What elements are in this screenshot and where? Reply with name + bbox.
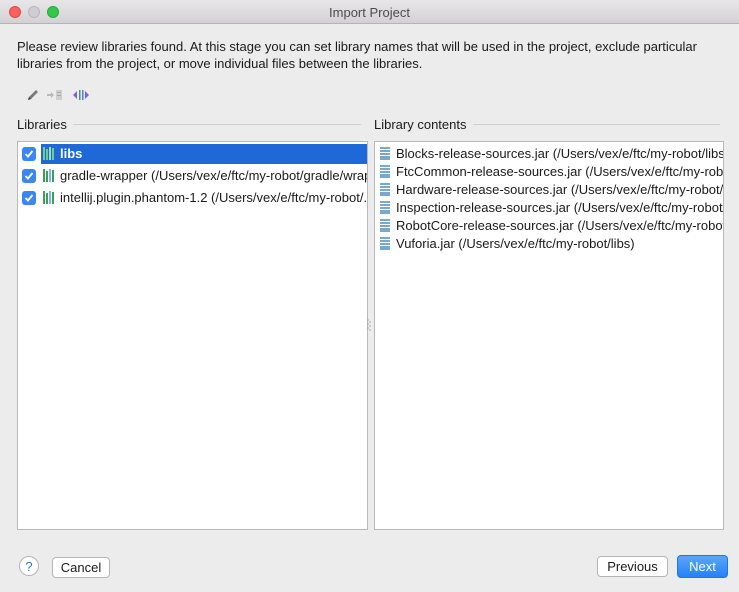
grip-icon (367, 319, 371, 331)
split-library-button[interactable] (72, 86, 90, 104)
library-row-gradle-wrapper[interactable]: gradle-wrapper (/Users/vex/e/ftc/my-robo… (18, 165, 367, 186)
next-button[interactable]: Next (677, 555, 728, 578)
previous-button[interactable]: Previous (597, 556, 668, 577)
split-icon (73, 90, 89, 100)
jar-icon (380, 183, 390, 196)
jar-row[interactable]: Vuforia.jar (/Users/vex/e/ftc/my-robot/l… (375, 233, 723, 254)
pencil-icon (28, 90, 38, 100)
libraries-label: Libraries (17, 117, 67, 132)
library-contents-section-label: Library contents (374, 117, 720, 132)
jar-name: Blocks-release-sources.jar (/Users/vex/e… (396, 146, 724, 161)
rename-library-button[interactable] (24, 86, 42, 104)
libraries-list[interactable]: libs gradle-wrapper (/Users/vex/e/ftc/my… (17, 141, 368, 530)
library-checkbox[interactable] (22, 190, 36, 205)
title-bar: Import Project (0, 0, 739, 24)
libraries-section-label: Libraries (17, 117, 361, 132)
panel-splitter-handle[interactable] (366, 318, 372, 332)
library-checkbox[interactable] (22, 146, 36, 161)
library-contents-label: Library contents (374, 117, 467, 132)
jar-icon (380, 147, 390, 160)
jar-icon (380, 165, 390, 178)
cancel-button[interactable]: Cancel (52, 557, 110, 578)
library-name: gradle-wrapper (/Users/vex/e/ftc/my-robo… (60, 168, 368, 183)
jar-name: FtcCommon-release-sources.jar (/Users/ve… (396, 164, 724, 179)
jar-icon (380, 237, 390, 250)
jar-icon (380, 201, 390, 214)
help-button[interactable]: ? (19, 556, 39, 576)
library-icon (43, 191, 55, 204)
library-contents-list[interactable]: Blocks-release-sources.jar (/Users/vex/e… (374, 141, 724, 530)
description-text: Please review libraries found. At this s… (17, 39, 697, 71)
jar-icon (380, 219, 390, 232)
library-icon (43, 147, 55, 160)
library-name: intellij.plugin.phantom-1.2 (/Users/vex/… (60, 190, 368, 205)
move-to-library-button[interactable] (46, 86, 64, 104)
library-icon (43, 169, 55, 182)
jar-name: RobotCore-release-sources.jar (/Users/ve… (396, 218, 724, 233)
checkmark-icon (24, 149, 34, 158)
library-row-libs[interactable]: libs (18, 143, 367, 164)
window-title: Import Project (329, 5, 410, 20)
checkmark-icon (24, 171, 34, 180)
checkmark-icon (24, 193, 34, 202)
jar-name: Vuforia.jar (/Users/vex/e/ftc/my-robot/l… (396, 236, 635, 251)
move-icon (47, 90, 62, 100)
jar-name: Inspection-release-sources.jar (/Users/v… (396, 200, 724, 215)
jar-name: Hardware-release-sources.jar (/Users/vex… (396, 182, 724, 197)
libraries-divider (72, 124, 361, 125)
library-contents-divider (472, 124, 720, 125)
library-row-intellij-plugin-phantom[interactable]: intellij.plugin.phantom-1.2 (/Users/vex/… (18, 187, 367, 208)
library-name: libs (60, 146, 83, 161)
library-checkbox[interactable] (22, 168, 36, 183)
